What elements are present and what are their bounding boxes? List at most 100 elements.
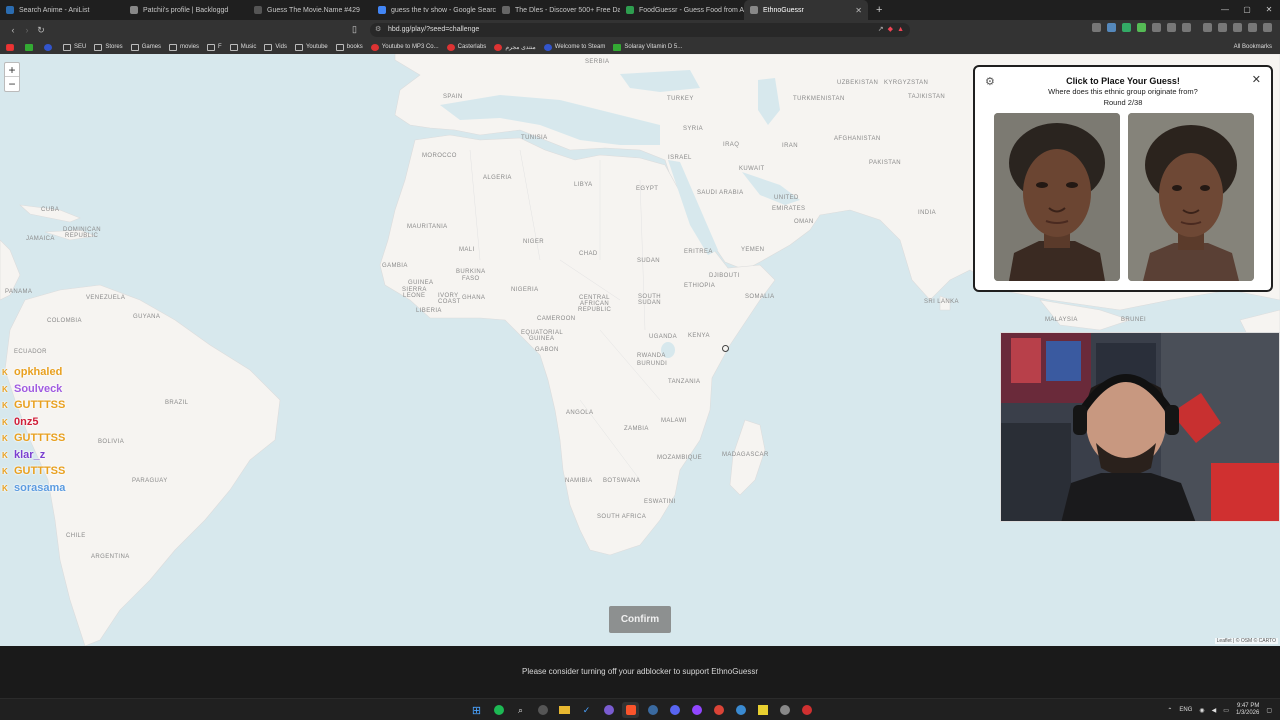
chevron-up-icon[interactable]: ⌃ [1167, 707, 1172, 714]
face-illustration [994, 113, 1120, 281]
start-icon[interactable]: ⊞ [468, 702, 485, 718]
chat-username: Soulveck [14, 382, 63, 395]
reload-button[interactable]: ↻ [34, 25, 48, 36]
obs-icon[interactable] [600, 702, 617, 718]
browser-tab[interactable]: Search Anime - AniList [0, 0, 124, 20]
male-face-image[interactable] [994, 113, 1120, 281]
brave-shield-icon[interactable]: ◆ [888, 23, 893, 37]
search-icon[interactable]: ⌕ [512, 702, 529, 718]
bookmark-item[interactable]: Youtube [294, 43, 328, 51]
map-country-label: SUDAN [637, 258, 661, 264]
new-tab-button[interactable]: + [876, 4, 882, 16]
twitch-icon[interactable] [688, 702, 705, 718]
leo-icon[interactable] [1233, 23, 1242, 32]
browser-tab[interactable]: guess the tv show - Google Search [372, 0, 496, 20]
bookmark-item[interactable]: Welcome to Steam [543, 43, 605, 51]
map-country-label: BRAZIL [165, 400, 189, 406]
record-icon[interactable] [798, 702, 815, 718]
bookmark-item[interactable]: Music [229, 43, 257, 51]
vpn-app-icon[interactable] [732, 702, 749, 718]
bookmark-item[interactable]: Solaray Vitamin D 5... [613, 43, 682, 51]
folder-icon [229, 43, 238, 51]
bookmark-label: Music [240, 44, 257, 50]
bookmark-item[interactable]: Youtube to MP3 Co... [370, 43, 439, 51]
extension-icon[interactable] [1167, 23, 1176, 32]
map-country-label: ECUADOR [14, 349, 47, 355]
female-face-image[interactable] [1128, 113, 1254, 281]
zoom-out-button[interactable]: − [5, 77, 19, 91]
bookmark-page-icon[interactable]: ▯ [352, 24, 364, 36]
extension-icon[interactable] [1182, 23, 1191, 32]
bookmark-item[interactable]: SEU [63, 43, 86, 51]
task-icon[interactable]: ✓ [578, 702, 595, 718]
language-indicator[interactable]: ENG [1179, 707, 1192, 713]
browser-tab[interactable]: Guess The Movie.Name #429 [248, 0, 372, 20]
address-bar[interactable]: ⚙ hbd.gg/play/?seed=challenge ↗ ◆ ▲ [370, 23, 910, 37]
map-country-label: SRI LANKA [924, 299, 959, 305]
network-icon[interactable]: ◉ [1199, 707, 1204, 714]
zoom-in-button[interactable]: + [5, 63, 19, 77]
rewards-icon[interactable]: ▲ [897, 23, 904, 37]
bookmark-item[interactable]: Games [130, 43, 161, 51]
map-attribution[interactable]: Leaflet | © OSM © CARTO [1214, 638, 1278, 644]
bookmark-item[interactable]: منتدى مجرم [494, 43, 536, 51]
notes-icon[interactable] [754, 702, 771, 718]
map-country-label: MALAWI [661, 418, 687, 424]
extension-icon[interactable] [1092, 23, 1101, 32]
notification-icon[interactable]: ▢ [1266, 707, 1272, 714]
browser-tab[interactable]: Patchii's profile | Backloggd [124, 0, 248, 20]
browser-tab[interactable]: The Dles - Discover 500+ Free Daily ... [496, 0, 620, 20]
apps-icon[interactable] [6, 43, 17, 51]
extension-icon[interactable] [1152, 23, 1161, 32]
chat-username: opkhaled [14, 366, 63, 379]
bookmark-item[interactable]: books [335, 43, 363, 51]
bookmark-item[interactable]: Vids [264, 43, 287, 51]
bookmark-item[interactable]: F [207, 43, 222, 51]
steam-icon[interactable] [644, 702, 661, 718]
clock[interactable]: 9:47 PM 1/3/2026 [1236, 703, 1259, 717]
volume-icon[interactable]: ◀ [1212, 707, 1217, 714]
kick-icon[interactable] [25, 43, 36, 51]
bookmark-item[interactable]: Stores [94, 43, 123, 51]
site-info-icon[interactable]: ⚙ [375, 23, 381, 37]
all-bookmarks[interactable]: All Bookmarks [1234, 40, 1272, 54]
bookmark-label: F [218, 44, 222, 50]
back-button[interactable]: ‹ [6, 25, 20, 35]
minimize-button[interactable]: — [1214, 0, 1236, 20]
spotify-icon[interactable] [490, 702, 507, 718]
discord-icon[interactable] [666, 702, 683, 718]
bookmark-item[interactable]: movies [169, 43, 199, 51]
forward-button[interactable]: › [20, 25, 34, 35]
extension-icon[interactable] [1137, 23, 1146, 32]
vpn-icon[interactable] [1248, 23, 1257, 32]
map-country-label: GHANA [462, 295, 486, 301]
bookmark-item[interactable]: Casterlabs [446, 43, 486, 51]
maximize-button[interactable]: ▢ [1236, 0, 1258, 20]
file-explorer-icon[interactable] [556, 702, 573, 718]
browser-tab[interactable]: FoodGuessr - Guess Food from Arou... [620, 0, 744, 20]
extension-icon[interactable] [1107, 23, 1116, 32]
brave-browser-icon[interactable] [622, 702, 639, 718]
chrome-icon[interactable] [710, 702, 727, 718]
brave-icon[interactable] [44, 43, 55, 51]
window-close-button[interactable]: ✕ [1258, 0, 1280, 20]
battery-icon[interactable]: ▭ [1223, 707, 1229, 714]
map-country-label: ETHIOPIA [684, 283, 716, 289]
bookmark-list: SEU Stores Games movies F Music Vids Youtube boo… [63, 43, 682, 51]
app-icon[interactable] [776, 702, 793, 718]
guess-panel: ⚙ ✕ Click to Place Your Guess! Where doe… [973, 65, 1273, 292]
kick-badge-icon: K [2, 417, 8, 427]
bookmark-label: Stores [105, 44, 123, 50]
tab-close-icon[interactable]: ✕ [855, 6, 862, 15]
kick-badge-icon: K [2, 401, 8, 411]
sidebar-icon[interactable] [1203, 23, 1212, 32]
epic-icon[interactable] [534, 702, 551, 718]
bookmark-label: Youtube to MP3 Co... [381, 44, 439, 50]
map-country-label: NIGER [523, 239, 545, 245]
extension-icon[interactable] [1122, 23, 1131, 32]
confirm-button[interactable]: Confirm [609, 606, 671, 633]
menu-icon[interactable] [1263, 23, 1272, 32]
browser-tab[interactable]: EthnoGuessr ✕ [744, 0, 868, 20]
wallet-icon[interactable] [1218, 23, 1227, 32]
share-icon[interactable]: ↗ [878, 23, 884, 37]
